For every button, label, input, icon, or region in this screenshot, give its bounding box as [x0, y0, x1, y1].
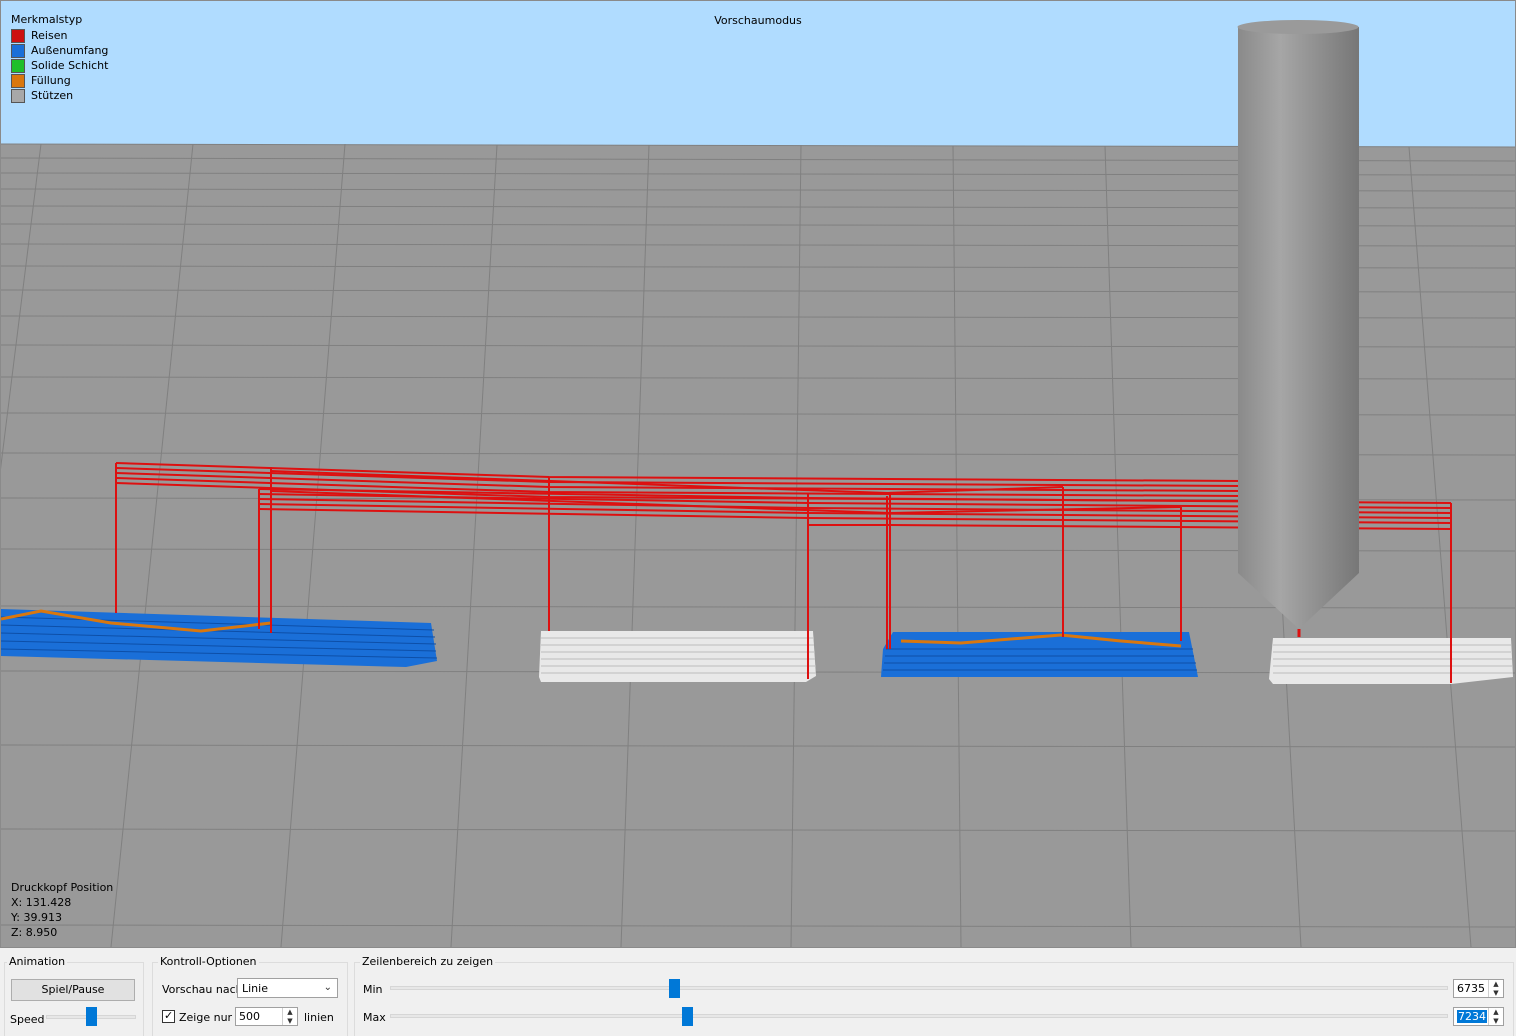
spin-down-icon[interactable]: ▼ [1489, 1017, 1503, 1026]
preview-viewport[interactable]: Vorschaumodus Merkmalstyp Reisen Außenum… [0, 0, 1516, 948]
spin-buttons: ▲ ▼ [1488, 980, 1503, 997]
preview-by-select[interactable]: Linie ⌄ [237, 978, 338, 998]
spin-buttons: ▲ ▼ [282, 1008, 297, 1025]
animation-group: Animation Spiel/Pause Speed [0, 948, 148, 1036]
legend-item-infill: Füllung [11, 73, 108, 88]
printhead-position: Druckkopf Position X: 131.428 Y: 39.913 … [11, 880, 113, 940]
chevron-down-icon: ⌄ [323, 982, 332, 993]
print-part-middle [881, 632, 1198, 677]
min-spinbox[interactable]: 6735 ▲ ▼ [1453, 979, 1504, 998]
printhead-title: Druckkopf Position [11, 881, 114, 894]
min-label: Min [363, 983, 383, 996]
show-only-label: Zeige nur [179, 1011, 233, 1024]
min-value: 6735 [1457, 982, 1485, 995]
speed-label: Speed [10, 1013, 45, 1026]
perimeter-swatch [11, 43, 25, 58]
infill-swatch [11, 73, 25, 88]
max-slider-track[interactable] [390, 1014, 1448, 1018]
spin-up-icon[interactable]: ▲ [1489, 980, 1503, 989]
control-options-group: Kontroll-Optionen Vorschau nach Linie ⌄ … [152, 948, 348, 1036]
legend-label: Außenumfang [31, 44, 109, 57]
solid-layer-swatch [11, 58, 25, 73]
animation-title: Animation [7, 955, 68, 968]
spin-down-icon[interactable]: ▼ [283, 1017, 297, 1026]
feature-type-legend: Merkmalstyp Reisen Außenumfang Solide Sc… [11, 13, 108, 103]
control-options-title: Kontroll-Optionen [158, 955, 259, 968]
show-only-checkbox[interactable]: ✓ [162, 1009, 175, 1023]
printhead-x: X: 131.428 [11, 896, 72, 909]
max-label: Max [363, 1011, 386, 1024]
3d-scene[interactable] [1, 1, 1515, 947]
max-spinbox[interactable]: 7234 ▲ ▼ [1453, 1007, 1504, 1026]
min-slider-track[interactable] [390, 986, 1448, 990]
show-only-value: 500 [239, 1010, 260, 1023]
legend-item-travel: Reisen [11, 28, 108, 43]
legend-item-perimeter: Außenumfang [11, 43, 108, 58]
spin-up-icon[interactable]: ▲ [283, 1008, 297, 1017]
line-range-group: Zeilenbereich zu zeigen Min 6735 ▲ ▼ Max… [354, 948, 1514, 1036]
printhead-y: Y: 39.913 [11, 911, 62, 924]
spin-buttons: ▲ ▼ [1488, 1008, 1503, 1025]
legend-item-solid-layer: Solide Schicht [11, 58, 108, 73]
legend-title: Merkmalstyp [11, 13, 83, 26]
speed-slider-thumb[interactable] [85, 1007, 97, 1026]
support-part-2 [1269, 638, 1513, 684]
spin-down-icon[interactable]: ▼ [1489, 989, 1503, 998]
line-range-title: Zeilenbereich zu zeigen [360, 955, 496, 968]
play-pause-button[interactable]: Spiel/Pause [11, 979, 135, 1001]
legend-label: Füllung [31, 74, 71, 87]
spin-up-icon[interactable]: ▲ [1489, 1008, 1503, 1017]
max-value: 7234 [1457, 1010, 1487, 1023]
legend-label: Stützen [31, 89, 74, 102]
preview-by-value: Linie [242, 982, 268, 995]
preview-by-label: Vorschau nach [162, 983, 243, 996]
viewport-title: Vorschaumodus [714, 14, 802, 27]
travel-swatch [11, 28, 25, 43]
max-value-wrapper: 7234 [1457, 1010, 1487, 1023]
printhead-z: Z: 8.950 [11, 926, 58, 939]
max-slider-thumb[interactable] [682, 1007, 694, 1026]
supports-swatch [11, 88, 25, 103]
min-slider-thumb[interactable] [668, 979, 680, 998]
legend-label: Solide Schicht [31, 59, 109, 72]
control-panel: Animation Spiel/Pause Speed Kontroll-Opt… [0, 948, 1516, 1036]
legend-item-supports: Stützen [11, 88, 108, 103]
support-part-1 [539, 631, 816, 682]
checkmark-icon: ✓ [164, 1009, 174, 1022]
show-only-spinbox[interactable]: 500 ▲ ▼ [235, 1007, 298, 1026]
lines-label: linien [304, 1011, 334, 1024]
legend-label: Reisen [31, 29, 68, 42]
nozzle [1237, 20, 1359, 637]
